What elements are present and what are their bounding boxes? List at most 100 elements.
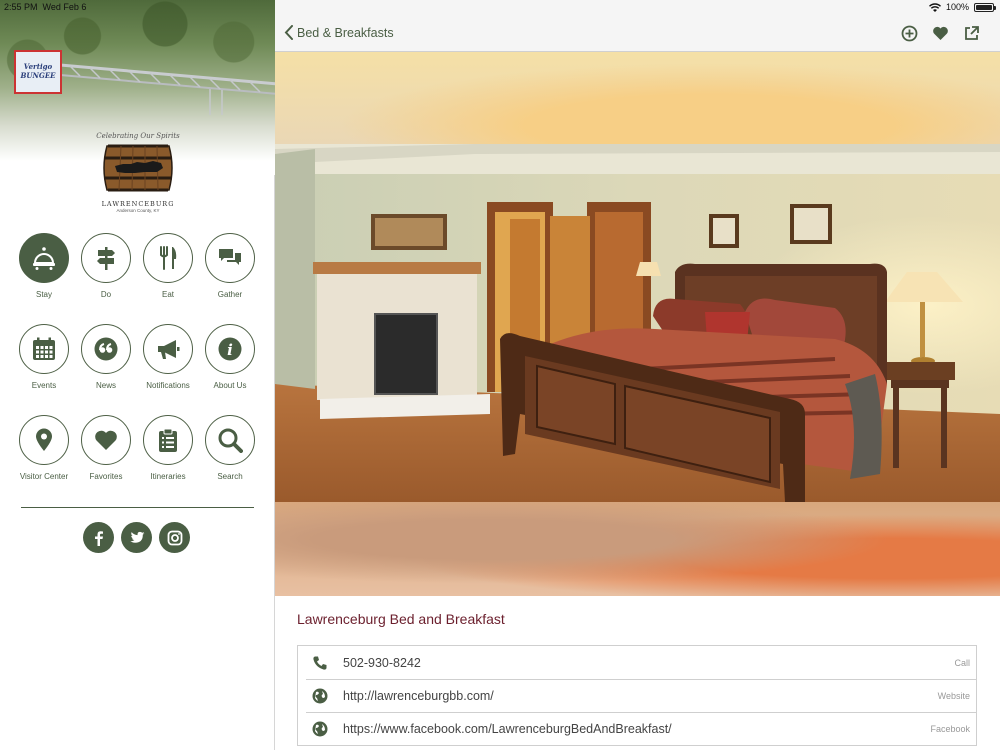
sidebar: Vertigo BUNGEE Celebrating Our Spirits L… xyxy=(0,0,275,750)
megaphone-icon xyxy=(158,340,180,359)
bridge-illustration xyxy=(60,63,275,115)
nav-circle xyxy=(143,415,193,465)
back-label: Bed & Breakfasts xyxy=(297,25,394,40)
facebook-button[interactable] xyxy=(83,522,114,553)
detail-pane: Bed & Breakfasts Lawrenceburg Bed and Br… xyxy=(275,0,1000,750)
photo-blur-bottom xyxy=(275,502,1000,596)
svg-text:i: i xyxy=(227,341,233,359)
status-right: 100% xyxy=(928,2,996,12)
nav-circle xyxy=(81,324,131,374)
contact-row-facebook[interactable]: https://www.facebook.com/LawrenceburgBed… xyxy=(298,712,976,745)
contact-kind: Facebook xyxy=(930,723,970,734)
twitter-icon xyxy=(129,531,144,543)
nav-item-visitor-center[interactable]: Visitor Center xyxy=(13,415,75,506)
nav-circle: i xyxy=(205,324,255,374)
social-links xyxy=(83,522,190,553)
nav-label: About Us xyxy=(213,381,247,390)
bungee-sign: Vertigo BUNGEE xyxy=(14,50,62,94)
bedroom-illustration xyxy=(275,144,1000,502)
status-time: 2:55 PM xyxy=(4,2,38,12)
instagram-icon xyxy=(167,530,182,545)
photo-blur-top xyxy=(275,52,1000,144)
nav-item-favorites[interactable]: Favorites xyxy=(75,415,137,506)
nav-item-gather[interactable]: Gather xyxy=(199,233,261,324)
nav-circle xyxy=(81,415,131,465)
nav-item-eat[interactable]: Eat xyxy=(137,233,199,324)
battery-icon xyxy=(974,2,996,12)
back-button[interactable]: Bed & Breakfasts xyxy=(284,25,394,40)
wifi-icon xyxy=(928,2,941,12)
nav-item-news[interactable]: News xyxy=(75,324,137,415)
contact-kind: Website xyxy=(937,690,970,701)
nav-label: Events xyxy=(31,381,57,390)
nav-item-itineraries[interactable]: Itineraries xyxy=(137,415,199,506)
sidebar-divider xyxy=(21,507,254,508)
battery-percent: 100% xyxy=(945,2,969,12)
contact-value: 502-930-8242 xyxy=(343,655,421,670)
contact-row-website[interactable]: http://lawrenceburgbb.com/ Website xyxy=(298,679,976,712)
app-window: 2:55 PM Wed Feb 6 100% Vertigo BUNGEE Ce… xyxy=(0,0,1000,750)
logo-town: LAWRENCEBURG xyxy=(101,200,175,208)
phone-icon xyxy=(313,656,327,670)
nav-label: Eat xyxy=(161,290,174,299)
nav-circle xyxy=(19,233,69,283)
photo-area xyxy=(275,52,1000,596)
contact-value: https://www.facebook.com/LawrenceburgBed… xyxy=(343,721,672,736)
contact-kind: Call xyxy=(954,657,970,668)
favorite-heart-icon[interactable] xyxy=(932,25,949,42)
barrel-logo-icon xyxy=(103,144,173,192)
nav-circle xyxy=(19,324,69,374)
status-date: Wed Feb 6 xyxy=(42,2,87,12)
status-left: 2:55 PM Wed Feb 6 xyxy=(4,2,86,12)
bell-icon xyxy=(33,247,55,270)
nav-label: Itineraries xyxy=(150,472,186,481)
logo-county: Anderson County, KY xyxy=(116,208,160,213)
signpost-icon xyxy=(97,247,115,270)
globe-icon xyxy=(312,721,328,736)
quote-icon xyxy=(94,337,118,361)
add-icon[interactable] xyxy=(901,25,918,42)
nav-circle xyxy=(143,233,193,283)
nav-label: Do xyxy=(100,290,112,299)
share-icon[interactable] xyxy=(963,25,980,42)
nav-item-events[interactable]: Events xyxy=(13,324,75,415)
nav-item-stay[interactable]: Stay xyxy=(13,233,75,324)
instagram-button[interactable] xyxy=(159,522,190,553)
fork-knife-icon xyxy=(160,246,177,270)
nav-circle xyxy=(19,415,69,465)
nav-label: Gather xyxy=(217,290,243,299)
chevron-left-icon xyxy=(284,25,293,40)
chat-bubbles-icon xyxy=(219,249,241,265)
nav-circle xyxy=(205,415,255,465)
nav-actions xyxy=(901,25,980,42)
status-bar: 2:55 PM Wed Feb 6 100% xyxy=(0,0,1000,14)
twitter-button[interactable] xyxy=(121,522,152,553)
nav-item-search[interactable]: Search xyxy=(199,415,261,506)
nav-label: Visitor Center xyxy=(19,472,69,481)
nav-label: Search xyxy=(217,472,243,481)
nav-item-do[interactable]: Do xyxy=(75,233,137,324)
contact-row-phone[interactable]: 502-930-8242 Call xyxy=(298,646,976,679)
heart-icon xyxy=(95,430,117,450)
contact-list: 502-930-8242 Call http://lawrenceburgbb.… xyxy=(297,645,977,746)
nav-item-notifications[interactable]: Notifications xyxy=(137,324,199,415)
search-icon xyxy=(218,428,243,453)
nav-label: News xyxy=(95,381,116,390)
place-title: Lawrenceburg Bed and Breakfast xyxy=(297,611,505,627)
nav-label: Favorites xyxy=(89,472,123,481)
nav-label: Stay xyxy=(35,290,52,299)
clipboard-icon xyxy=(159,428,177,452)
nav-circle xyxy=(143,324,193,374)
calendar-icon xyxy=(33,337,55,360)
lawrenceburg-logo: Celebrating Our Spirits LAWRENCEBURG And… xyxy=(94,132,182,213)
contact-value: http://lawrenceburgbb.com/ xyxy=(343,688,494,703)
nav-circle xyxy=(205,233,255,283)
nav-grid: Stay Do Eat Gather Events News Notificat… xyxy=(13,233,263,506)
globe-icon xyxy=(312,688,328,703)
facebook-icon xyxy=(94,530,103,546)
info-icon: i xyxy=(218,337,242,361)
nav-item-about-us[interactable]: i About Us xyxy=(199,324,261,415)
bedroom-photo xyxy=(275,144,1000,502)
nav-circle xyxy=(81,233,131,283)
map-pin-icon xyxy=(36,428,52,451)
